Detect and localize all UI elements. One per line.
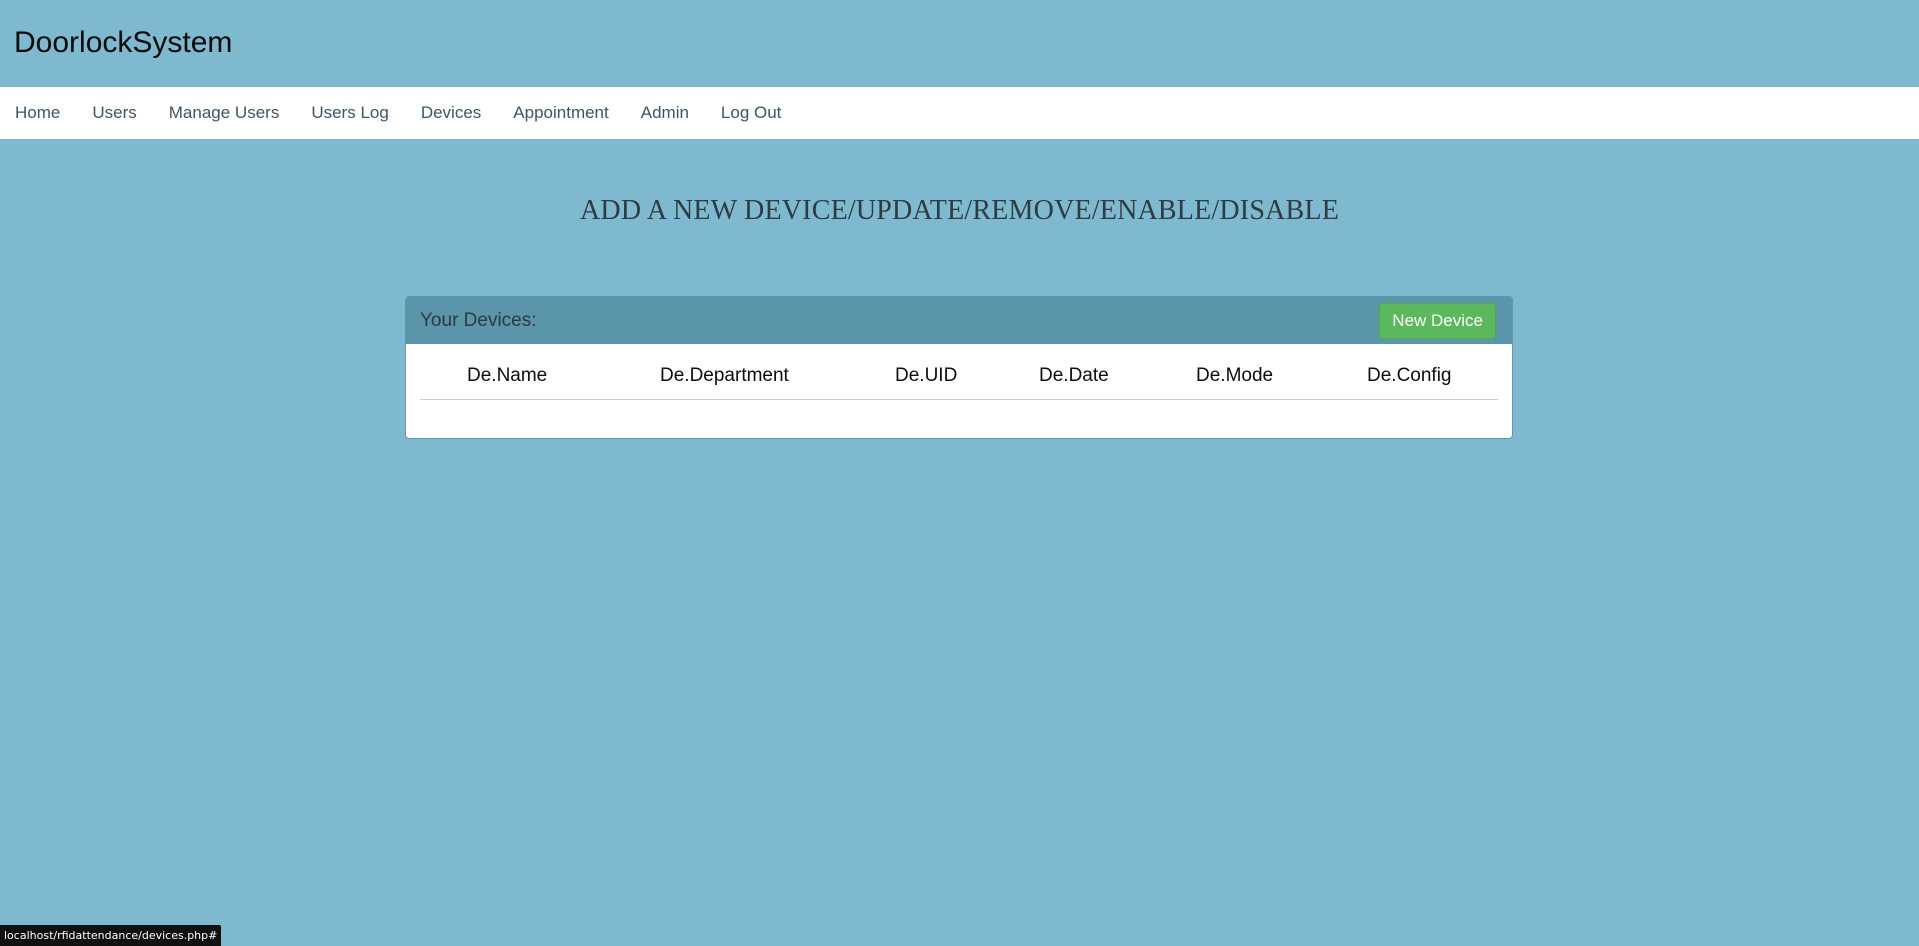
column-header-mode[interactable]: De.Mode — [1196, 365, 1273, 387]
column-header-config[interactable]: De.Config — [1367, 365, 1452, 387]
nav-manage-users[interactable]: Manage Users — [169, 103, 280, 123]
panel-title: Your Devices: — [420, 310, 537, 331]
main-navbar: Home Users Manage Users Users Log Device… — [0, 87, 1919, 139]
column-header-date[interactable]: De.Date — [1039, 365, 1109, 387]
top-header: DoorlockSystem — [0, 0, 1919, 87]
devices-panel: Your Devices: New Device De.Name De.Depa… — [405, 296, 1513, 439]
new-device-button[interactable]: New Device — [1379, 303, 1496, 339]
panel-header: Your Devices: New Device — [406, 297, 1512, 344]
column-header-name[interactable]: De.Name — [467, 365, 547, 387]
nav-users-log[interactable]: Users Log — [311, 103, 388, 123]
nav-appointment[interactable]: Appointment — [513, 103, 608, 123]
browser-status-url: localhost/rfidattendance/devices.php# — [0, 925, 222, 946]
column-header-uid[interactable]: De.UID — [895, 365, 957, 387]
nav-users[interactable]: Users — [92, 103, 136, 123]
brand-title: DoorlockSystem — [14, 26, 233, 59]
table-header-row: De.Name De.Department De.UID De.Date De.… — [420, 359, 1498, 400]
page-title: ADD A NEW DEVICE/UPDATE/REMOVE/ENABLE/DI… — [579, 195, 1339, 226]
nav-home[interactable]: Home — [15, 103, 60, 123]
column-header-department[interactable]: De.Department — [660, 365, 789, 387]
nav-log-out[interactable]: Log Out — [721, 103, 782, 123]
nav-devices[interactable]: Devices — [421, 103, 481, 123]
nav-admin[interactable]: Admin — [641, 103, 689, 123]
devices-table: De.Name De.Department De.UID De.Date De.… — [420, 359, 1498, 400]
